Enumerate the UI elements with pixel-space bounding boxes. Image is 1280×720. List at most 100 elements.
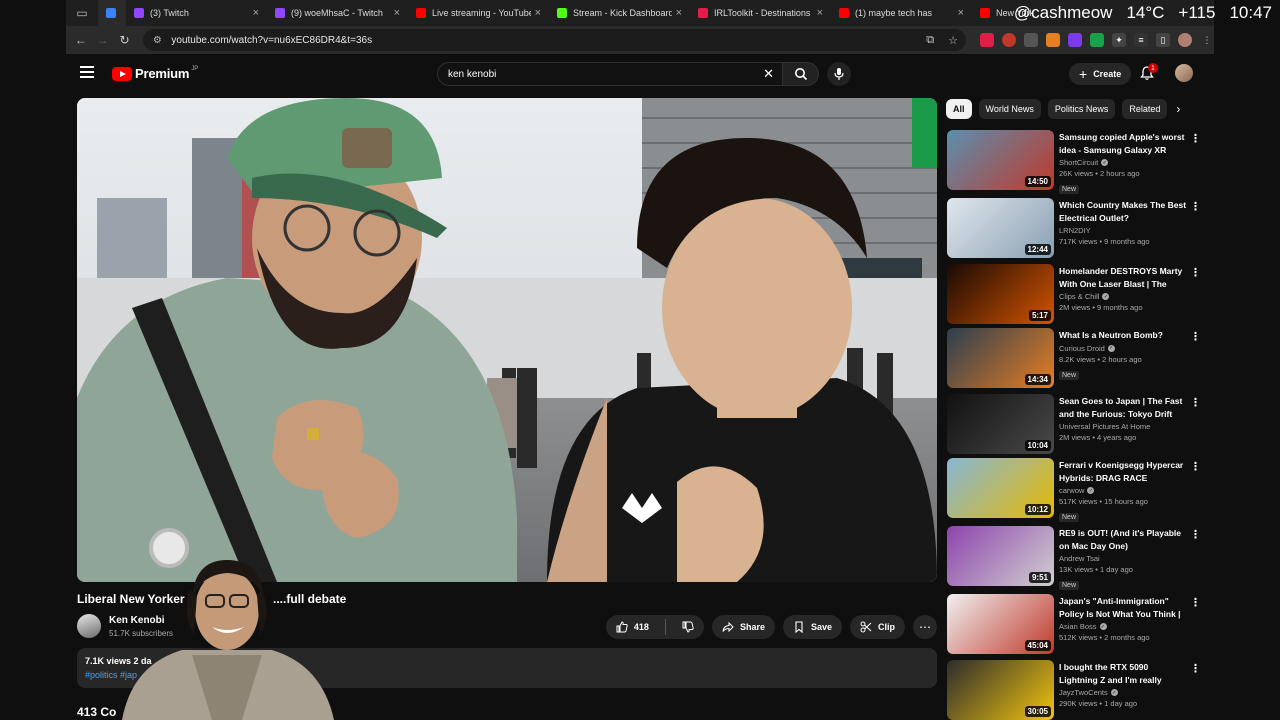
recommendation-channel[interactable]: Universal Pictures At Home bbox=[1059, 422, 1189, 431]
recommendation-channel[interactable]: Curious Droid ✓ bbox=[1059, 344, 1189, 353]
reading-list-icon[interactable]: ≡ bbox=[1133, 33, 1148, 47]
recommendation-item[interactable]: 9:51 RE9 is OUT! (And it's Playable on Ma… bbox=[947, 526, 1207, 594]
recommendation-item[interactable]: 5:17 Homelander DESTROYS Marty With One L… bbox=[947, 264, 1207, 328]
recommendation-channel[interactable]: Andrew Tsai bbox=[1059, 554, 1189, 563]
browser-tab[interactable] bbox=[98, 0, 126, 26]
recommendation-channel[interactable]: JayzTwoCents ✓ bbox=[1059, 688, 1189, 697]
more-options-icon[interactable]: ⋮ bbox=[1190, 132, 1201, 145]
extension-icon[interactable] bbox=[1001, 33, 1016, 47]
recommendation-item[interactable]: 14:50 Samsung copied Apple's worst idea -… bbox=[947, 130, 1207, 198]
video-player[interactable] bbox=[77, 98, 937, 582]
recommendation-channel[interactable]: carwow ✓ bbox=[1059, 486, 1189, 495]
video-thumbnail[interactable]: 12:44 bbox=[947, 198, 1054, 258]
recommendation-title[interactable]: Which Country Makes The Best Electrical … bbox=[1059, 199, 1189, 224]
extension-icon[interactable] bbox=[1023, 33, 1038, 47]
recommendation-item[interactable]: 10:12 Ferrari v Koenigsegg Hypercar Hybri… bbox=[947, 458, 1207, 526]
viewer-count: +115 bbox=[1178, 3, 1216, 22]
tab-close-icon[interactable]: × bbox=[817, 7, 823, 19]
account-avatar[interactable] bbox=[1175, 64, 1193, 82]
sidebar-icon[interactable]: ▯ bbox=[1155, 33, 1170, 47]
recommendation-item[interactable]: 12:44 Which Country Makes The Best Electr… bbox=[947, 198, 1207, 264]
recommendation-title[interactable]: Sean Goes to Japan | The Fast and the Fu… bbox=[1059, 395, 1189, 420]
forward-arrow-icon[interactable]: → bbox=[92, 26, 114, 54]
install-app-icon[interactable]: ⧉ bbox=[926, 34, 934, 47]
video-thumbnail[interactable]: 9:51 bbox=[947, 526, 1054, 586]
clear-search-icon[interactable]: ✕ bbox=[763, 66, 774, 82]
recommendation-channel[interactable]: ShortCircuit ✓ bbox=[1059, 158, 1189, 167]
save-button[interactable]: Save bbox=[782, 615, 842, 639]
profile-avatar[interactable] bbox=[1177, 33, 1192, 47]
video-thumbnail[interactable]: 10:12 bbox=[947, 458, 1054, 518]
more-options-icon[interactable]: ⋮ bbox=[1190, 396, 1201, 409]
reload-icon[interactable]: ↻ bbox=[114, 26, 136, 54]
recommendation-channel[interactable]: Asian Boss ✓ bbox=[1059, 622, 1189, 631]
browser-tab[interactable]: Stream - Kick Dashboard × bbox=[549, 0, 690, 26]
recommendation-item[interactable]: 45:04 Japan's "Anti-Immigration" Policy I… bbox=[947, 594, 1207, 660]
like-button[interactable]: 418 bbox=[606, 615, 659, 639]
url-field[interactable]: ⚙ youtube.com/watch?v=nu6xEC86DR4&t=36s … bbox=[143, 29, 966, 51]
extension-icon[interactable] bbox=[1045, 33, 1060, 47]
chevron-right-icon[interactable]: › bbox=[1176, 102, 1180, 116]
tab-overview-button[interactable]: ▭ bbox=[66, 0, 98, 26]
browser-tab[interactable]: Live streaming - YouTube × bbox=[408, 0, 549, 26]
more-options-icon[interactable]: ⋮ bbox=[1190, 528, 1201, 541]
recommendation-title[interactable]: I bought the RTX 5090 Lightning Z and I'… bbox=[1059, 661, 1189, 686]
filter-chip[interactable]: All bbox=[946, 99, 972, 119]
browser-menu-icon[interactable]: ⋮ bbox=[1200, 33, 1214, 47]
more-options-icon[interactable]: ⋮ bbox=[1190, 330, 1201, 343]
create-button[interactable]: + Create bbox=[1069, 63, 1132, 85]
more-options-icon[interactable]: ⋮ bbox=[1190, 662, 1201, 675]
recommendation-title[interactable]: RE9 is OUT! (And it's Playable on Mac Da… bbox=[1059, 527, 1189, 552]
extension-icon[interactable] bbox=[1067, 33, 1082, 47]
extension-icon[interactable] bbox=[979, 33, 994, 47]
recommendation-channel[interactable]: Clips & Chill ✓ bbox=[1059, 292, 1189, 301]
video-thumbnail[interactable]: 5:17 bbox=[947, 264, 1054, 324]
youtube-premium-logo[interactable]: Premium JP bbox=[112, 66, 198, 81]
recommendation-channel[interactable]: LRN2DIY bbox=[1059, 226, 1189, 235]
recommendation-item[interactable]: 14:34 What Is a Neutron Bomb? Curious Droi… bbox=[947, 328, 1207, 394]
channel-avatar[interactable] bbox=[77, 614, 101, 638]
recommendation-title[interactable]: Homelander DESTROYS Marty With One Laser… bbox=[1059, 265, 1189, 290]
video-thumbnail[interactable]: 14:50 bbox=[947, 130, 1054, 190]
tab-close-icon[interactable]: × bbox=[394, 7, 400, 19]
filter-chip[interactable]: Related bbox=[1122, 99, 1168, 119]
browser-tab[interactable]: IRLToolkit - Destinations × bbox=[690, 0, 831, 26]
more-options-icon[interactable]: ⋮ bbox=[1190, 200, 1201, 213]
video-thumbnail[interactable]: 45:04 bbox=[947, 594, 1054, 654]
more-options-icon[interactable]: ⋮ bbox=[1190, 596, 1201, 609]
search-button[interactable] bbox=[783, 62, 819, 86]
video-thumbnail[interactable]: 10:04 bbox=[947, 394, 1054, 454]
browser-tab[interactable]: (3) Twitch × bbox=[126, 0, 267, 26]
more-options-icon[interactable]: ⋮ bbox=[1190, 460, 1201, 473]
recommendation-item[interactable]: 10:04 Sean Goes to Japan | The Fast and t… bbox=[947, 394, 1207, 458]
tab-close-icon[interactable]: × bbox=[535, 7, 541, 19]
back-arrow-icon[interactable]: ← bbox=[70, 26, 92, 54]
dislike-button[interactable] bbox=[672, 615, 704, 639]
recommendation-info: I bought the RTX 5090 Lightning Z and I'… bbox=[1059, 661, 1189, 708]
video-thumbnail[interactable]: 30:05 bbox=[947, 660, 1054, 720]
voice-search-button[interactable] bbox=[827, 62, 851, 86]
tab-close-icon[interactable]: × bbox=[676, 7, 682, 19]
recommendation-title[interactable]: What Is a Neutron Bomb? bbox=[1059, 329, 1189, 342]
extensions-puzzle-icon[interactable]: ✦ bbox=[1111, 33, 1126, 47]
recommendation-title[interactable]: Samsung copied Apple's worst idea - Sams… bbox=[1059, 131, 1189, 156]
filter-chip[interactable]: Politics News bbox=[1047, 99, 1116, 119]
video-thumbnail[interactable]: 14:34 bbox=[947, 328, 1054, 388]
recommendation-title[interactable]: Ferrari v Koenigsegg Hypercar Hybrids: D… bbox=[1059, 459, 1189, 484]
tab-close-icon[interactable]: × bbox=[958, 7, 964, 19]
filter-chip[interactable]: World News bbox=[978, 99, 1041, 119]
more-actions-icon[interactable]: ⋯ bbox=[913, 615, 937, 639]
recommendation-item[interactable]: 30:05 I bought the RTX 5090 Lightning Z a… bbox=[947, 660, 1207, 720]
recommendation-title[interactable]: Japan's "Anti-Immigration" Policy Is Not… bbox=[1059, 595, 1189, 620]
tab-close-icon[interactable]: × bbox=[253, 7, 259, 19]
share-button[interactable]: Share bbox=[711, 615, 775, 639]
browser-tab[interactable]: (9) woeMhsaC - Twitch × bbox=[267, 0, 408, 26]
more-options-icon[interactable]: ⋮ bbox=[1190, 266, 1201, 279]
bookmark-star-icon[interactable]: ☆ bbox=[948, 34, 958, 47]
menu-icon[interactable] bbox=[80, 66, 94, 80]
extension-icon[interactable] bbox=[1089, 33, 1104, 47]
clip-button[interactable]: Clip bbox=[850, 615, 905, 639]
browser-tab[interactable]: (1) maybe tech has × bbox=[831, 0, 972, 26]
search-input[interactable]: ken kenobi ✕ bbox=[437, 62, 783, 86]
site-info-icon[interactable]: ⚙ bbox=[151, 34, 163, 46]
